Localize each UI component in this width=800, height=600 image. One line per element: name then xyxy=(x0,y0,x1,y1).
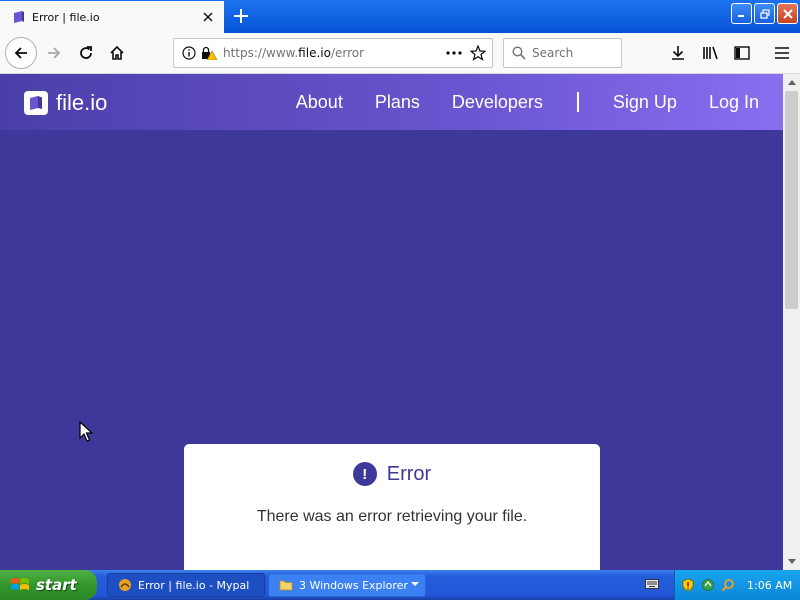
url-bar[interactable]: https://www.file.io/error xyxy=(173,38,493,68)
arrow-right-icon xyxy=(48,47,61,59)
logo-text: file.io xyxy=(56,90,108,115)
error-card: ! Error There was an error retrieving yo… xyxy=(184,444,600,570)
taskbar: start Error | file.io - Mypal 3 Windows … xyxy=(0,570,800,600)
window-controls xyxy=(731,3,798,24)
task-group-arrow-icon[interactable] xyxy=(411,582,419,586)
library-button[interactable] xyxy=(697,39,725,67)
url-text[interactable]: https://www.file.io/error xyxy=(223,46,446,60)
error-heading: ! Error xyxy=(184,462,600,486)
browser-tab[interactable]: Error | file.io xyxy=(0,1,224,33)
fileio-favicon-icon xyxy=(14,11,24,23)
browser-tabstrip: Error | file.io xyxy=(0,0,800,33)
url-prefix: https://www. xyxy=(223,46,299,60)
restore-icon xyxy=(759,8,770,19)
bookmark-star-icon[interactable] xyxy=(470,45,486,61)
task-label: 3 Windows Explorer xyxy=(299,578,408,592)
error-message: There was an error retrieving your file. xyxy=(256,508,528,525)
windows-logo-icon xyxy=(11,578,29,590)
arrow-left-icon xyxy=(14,47,27,59)
mypal-icon xyxy=(119,579,131,591)
search-bar[interactable]: Search xyxy=(503,38,622,68)
nav-plans-link[interactable]: Plans xyxy=(375,92,420,113)
downloads-button[interactable] xyxy=(664,39,692,67)
site-header: file.io About Plans Developers Sign Up L… xyxy=(0,74,783,130)
nav-about-link[interactable]: About xyxy=(296,92,343,113)
menu-button[interactable] xyxy=(768,39,796,67)
start-label: start xyxy=(36,576,77,594)
taskbar-task-explorer[interactable]: 3 Windows Explorer xyxy=(268,573,426,597)
home-icon xyxy=(110,45,124,60)
search-placeholder: Search xyxy=(532,46,574,60)
taskbar-task-browser[interactable]: Error | file.io - Mypal xyxy=(107,573,265,597)
minimize-icon xyxy=(738,15,744,17)
start-button[interactable]: start xyxy=(0,570,97,600)
hamburger-menu-icon xyxy=(775,47,789,59)
browser-toolbar: https://www.file.io/error Search xyxy=(0,33,800,74)
search-icon xyxy=(512,46,526,60)
page-actions-icon[interactable] xyxy=(446,50,462,56)
scroll-down-button[interactable] xyxy=(783,553,800,570)
scroll-up-button[interactable] xyxy=(783,74,800,91)
scroll-thumb[interactable] xyxy=(785,91,798,309)
minimize-button[interactable] xyxy=(731,3,752,24)
keyboard-icon[interactable] xyxy=(645,578,659,590)
reload-icon xyxy=(80,46,92,59)
nav-login-link[interactable]: Log In xyxy=(709,92,759,113)
fileio-logo-icon xyxy=(24,91,48,115)
folder-icon xyxy=(279,580,293,591)
page-scrollbar[interactable] xyxy=(783,74,800,570)
exclamation-icon: ! xyxy=(352,462,377,486)
close-window-button[interactable] xyxy=(777,3,798,24)
reload-button[interactable] xyxy=(72,39,100,67)
plus-icon xyxy=(234,9,248,23)
search-tray-icon[interactable] xyxy=(721,578,735,592)
download-icon xyxy=(672,46,684,60)
back-button[interactable] xyxy=(5,37,37,69)
security-shield-icon[interactable] xyxy=(681,578,695,592)
insecure-lock-icon[interactable] xyxy=(201,46,217,60)
new-tab-button[interactable] xyxy=(228,4,254,28)
library-icon xyxy=(703,46,718,60)
sidebar-icon xyxy=(734,46,750,60)
sidebar-button[interactable] xyxy=(728,39,756,67)
page-viewport: file.io About Plans Developers Sign Up L… xyxy=(0,74,783,570)
url-domain: file.io xyxy=(298,46,331,60)
url-path: /error xyxy=(330,46,365,60)
mouse-cursor-icon xyxy=(79,421,93,442)
tab-title: Error | file.io xyxy=(32,10,100,24)
tab-close-icon[interactable] xyxy=(198,7,218,27)
network-icon[interactable] xyxy=(701,578,715,592)
info-icon[interactable] xyxy=(182,46,196,60)
nav-developers-link[interactable]: Developers xyxy=(452,92,543,113)
chevron-up-icon xyxy=(787,80,796,85)
forward-button[interactable] xyxy=(40,39,68,67)
site-logo[interactable]: file.io xyxy=(24,90,107,116)
system-tray: 1:06 AM xyxy=(674,570,800,600)
clock: 1:06 AM xyxy=(747,578,793,592)
site-nav: About Plans Developers Sign Up Log In xyxy=(280,74,783,130)
restore-button[interactable] xyxy=(754,3,775,24)
chevron-down-icon xyxy=(787,559,796,564)
nav-signup-link[interactable]: Sign Up xyxy=(613,92,677,113)
nav-divider xyxy=(576,92,579,112)
close-icon xyxy=(782,8,793,19)
task-label: Error | file.io - Mypal xyxy=(138,578,250,592)
error-title: Error xyxy=(386,462,432,485)
home-button[interactable] xyxy=(103,39,131,67)
